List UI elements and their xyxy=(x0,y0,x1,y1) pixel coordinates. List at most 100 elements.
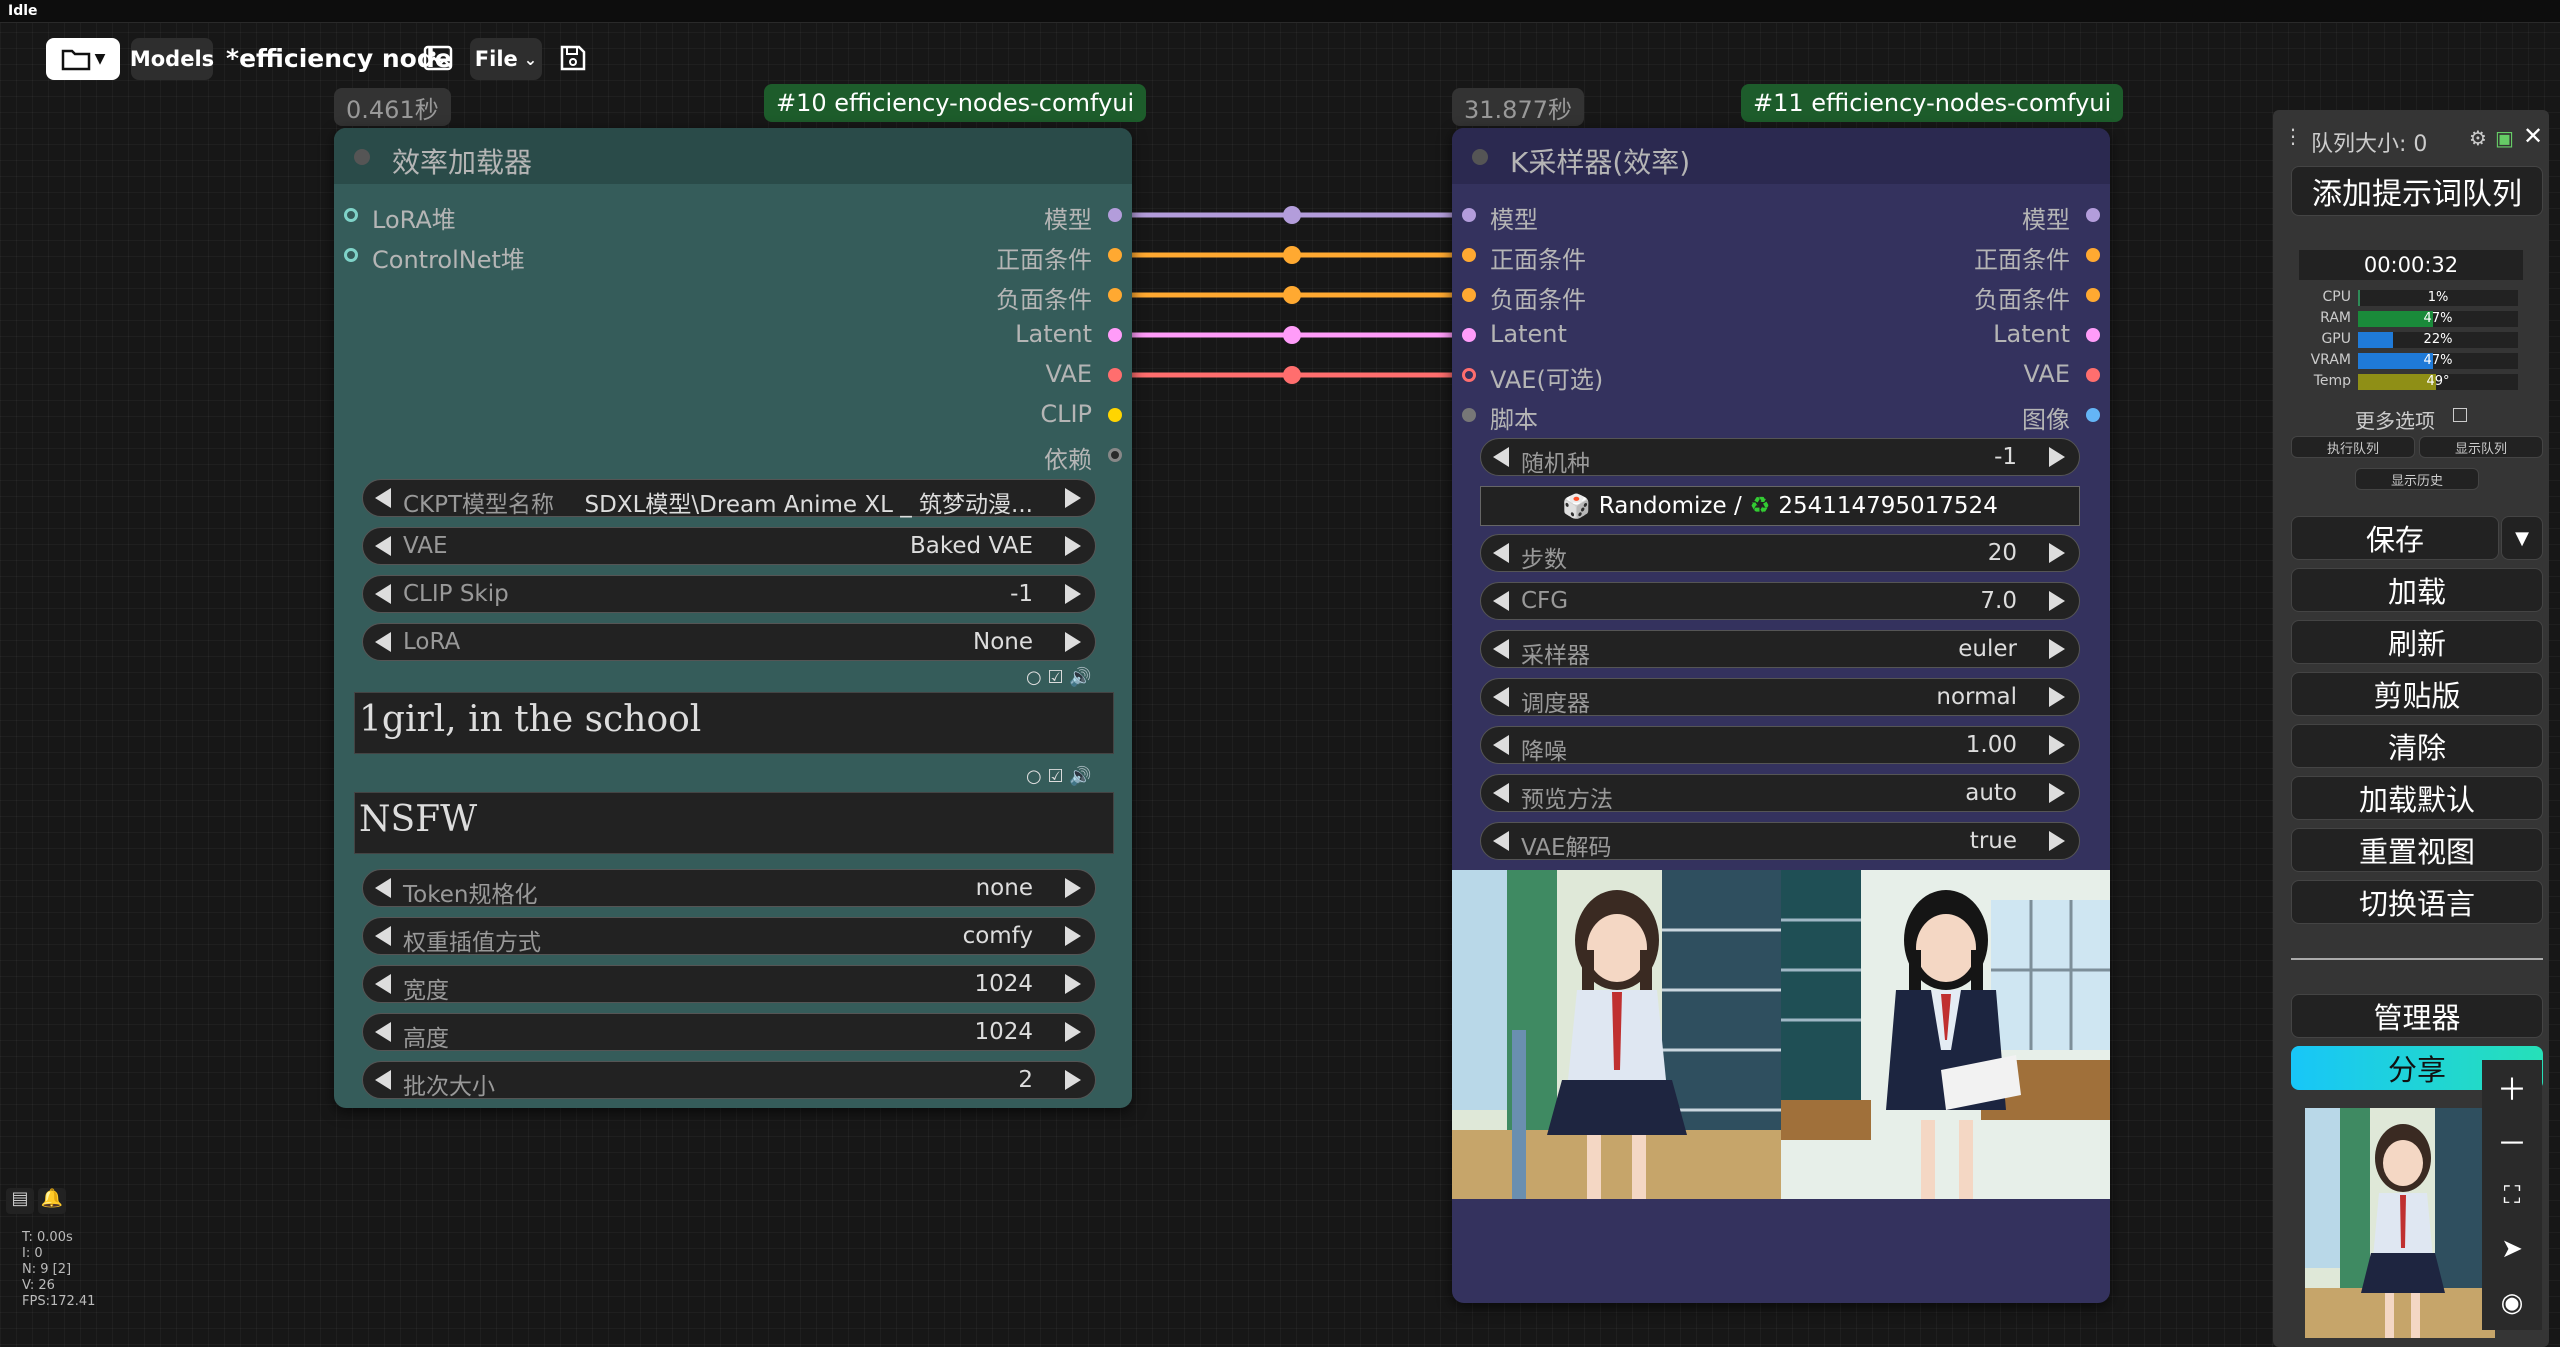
output-slot-dot[interactable] xyxy=(1108,328,1122,342)
save-dropdown-button[interactable]: ▼ xyxy=(2501,516,2543,560)
output-slot-dot[interactable] xyxy=(2086,208,2100,222)
load-button[interactable]: 加载 xyxy=(2291,568,2543,612)
increment-arrow-icon[interactable] xyxy=(1065,1022,1081,1042)
cfg-widget[interactable]: CFG 7.0 xyxy=(1480,582,2080,620)
reset-view-button[interactable]: 重置视图 xyxy=(2291,828,2543,872)
increment-arrow-icon[interactable] xyxy=(1065,584,1081,604)
switch-language-button[interactable]: 切换语言 xyxy=(2291,880,2543,924)
clipspace-button[interactable]: 剪贴版 xyxy=(2291,672,2543,716)
decrement-arrow-icon[interactable] xyxy=(375,1022,391,1042)
decrement-arrow-icon[interactable] xyxy=(1493,543,1509,563)
vae-decode-widget[interactable]: VAE解码 true xyxy=(1480,822,2080,861)
decrement-arrow-icon[interactable] xyxy=(375,1070,391,1090)
decrement-arrow-icon[interactable] xyxy=(375,878,391,898)
input-slot-dot[interactable] xyxy=(1462,288,1476,302)
zoom-in-icon[interactable]: ＋ xyxy=(2482,1060,2542,1114)
efficient-loader-node[interactable]: 效率加载器 LoRA堆 ControlNet堆 模型 正面条件 负面条件 Lat… xyxy=(334,128,1132,1108)
seed-widget[interactable]: 随机种 -1 xyxy=(1480,438,2080,477)
width-widget[interactable]: 宽度 1024 xyxy=(362,965,1096,1004)
increment-arrow-icon[interactable] xyxy=(2049,543,2065,563)
ckpt-name-widget[interactable]: CKPT模型名称 SDXL模型\Dream Anime XL _ 筑梦动漫... xyxy=(362,479,1096,518)
input-slot-dot[interactable] xyxy=(344,248,358,262)
preview-image-2[interactable] xyxy=(1781,870,2110,1199)
save-button[interactable]: 保存 xyxy=(2291,516,2499,560)
input-slot-dot[interactable] xyxy=(344,208,358,222)
drag-handle-icon[interactable]: ⋮ xyxy=(2283,124,2303,148)
input-slot-dot[interactable] xyxy=(1462,328,1476,342)
ksampler-node[interactable]: K采样器(效率) 模型 正面条件 负面条件 Latent VAE(可选) 脚本 … xyxy=(1452,128,2110,1303)
output-slot-dot[interactable] xyxy=(1108,448,1122,462)
show-history-button[interactable]: 显示历史 xyxy=(2355,468,2479,490)
increment-arrow-icon[interactable] xyxy=(2049,735,2065,755)
token-normalization-widget[interactable]: Token规格化 none xyxy=(362,869,1096,908)
sampler-name-widget[interactable]: 采样器 euler xyxy=(1480,630,2080,669)
queue-prompt-button[interactable]: 添加提示词队列 xyxy=(2291,166,2543,216)
output-slot-dot[interactable] xyxy=(1108,368,1122,382)
decrement-arrow-icon[interactable] xyxy=(1493,687,1509,707)
speaker-icon[interactable]: 🔊 xyxy=(1069,667,1091,688)
checkbox-icon[interactable]: ☑ xyxy=(1047,766,1063,787)
execute-queue-button[interactable]: 执行队列 xyxy=(2291,436,2415,458)
decrement-arrow-icon[interactable] xyxy=(1493,447,1509,467)
clear-button[interactable]: 清除 xyxy=(2291,724,2543,768)
node-title-bar[interactable]: 效率加载器 xyxy=(334,128,1132,184)
more-options-checkbox[interactable] xyxy=(2453,408,2467,422)
increment-arrow-icon[interactable] xyxy=(1065,1070,1081,1090)
image-icon[interactable] xyxy=(422,42,454,78)
input-slot-dot[interactable] xyxy=(1462,208,1476,222)
output-slot-dot[interactable] xyxy=(1108,408,1122,422)
image-gallery-icon[interactable]: ▣ xyxy=(2495,126,2514,150)
input-slot-dot[interactable] xyxy=(1462,408,1476,422)
manager-button[interactable]: 管理器 xyxy=(2291,994,2543,1038)
output-slot-dot[interactable] xyxy=(2086,328,2100,342)
collapse-dot[interactable] xyxy=(1472,149,1488,165)
decrement-arrow-icon[interactable] xyxy=(375,926,391,946)
collapse-dot[interactable] xyxy=(354,149,370,165)
fit-view-icon[interactable]: ⛶ xyxy=(2482,1168,2542,1222)
circle-icon[interactable]: ○ xyxy=(1026,766,1042,787)
zoom-out-icon[interactable]: － xyxy=(2482,1114,2542,1168)
increment-arrow-icon[interactable] xyxy=(1065,632,1081,652)
input-slot-dot[interactable] xyxy=(1462,368,1476,382)
checkbox-icon[interactable]: ☑ xyxy=(1047,667,1063,688)
denoise-widget[interactable]: 降噪 1.00 xyxy=(1480,726,2080,765)
navigate-icon[interactable]: ➤ xyxy=(2482,1222,2542,1276)
decrement-arrow-icon[interactable] xyxy=(375,974,391,994)
decrement-arrow-icon[interactable] xyxy=(375,632,391,652)
decrement-arrow-icon[interactable] xyxy=(1493,783,1509,803)
models-button[interactable]: Models xyxy=(130,38,214,80)
increment-arrow-icon[interactable] xyxy=(1065,926,1081,946)
save-icon[interactable] xyxy=(558,43,588,77)
workflow-name[interactable]: *efficiency node xyxy=(226,44,452,73)
randomize-button[interactable]: 🎲 Randomize / ♻ 254114795017524 xyxy=(1480,486,2080,526)
preview-method-widget[interactable]: 预览方法 auto xyxy=(1480,774,2080,813)
list-icon[interactable]: ▤ xyxy=(6,1188,34,1214)
output-slot-dot[interactable] xyxy=(1108,288,1122,302)
steps-widget[interactable]: 步数 20 xyxy=(1480,534,2080,573)
increment-arrow-icon[interactable] xyxy=(1065,536,1081,556)
decrement-arrow-icon[interactable] xyxy=(1493,591,1509,611)
circle-icon[interactable]: ○ xyxy=(1026,667,1042,688)
output-slot-dot[interactable] xyxy=(2086,288,2100,302)
increment-arrow-icon[interactable] xyxy=(1065,974,1081,994)
decrement-arrow-icon[interactable] xyxy=(1493,831,1509,851)
negative-prompt-input[interactable]: NSFW xyxy=(354,792,1114,854)
lora-widget[interactable]: LoRA None xyxy=(362,623,1096,661)
height-widget[interactable]: 高度 1024 xyxy=(362,1013,1096,1052)
increment-arrow-icon[interactable] xyxy=(2049,687,2065,707)
increment-arrow-icon[interactable] xyxy=(2049,831,2065,851)
show-queue-button[interactable]: 显示队列 xyxy=(2419,436,2543,458)
image-feed-thumbnail[interactable] xyxy=(2305,1108,2495,1338)
gear-icon[interactable]: ⚙ xyxy=(2469,126,2487,150)
output-slot-dot[interactable] xyxy=(2086,248,2100,262)
decrement-arrow-icon[interactable] xyxy=(1493,735,1509,755)
clip-skip-widget[interactable]: CLIP Skip -1 xyxy=(362,575,1096,613)
speaker-icon[interactable]: 🔊 xyxy=(1069,766,1091,787)
increment-arrow-icon[interactable] xyxy=(1065,488,1081,508)
close-icon[interactable]: ✕ xyxy=(2523,122,2543,150)
eye-icon[interactable]: ◉ xyxy=(2482,1276,2542,1330)
output-slot-dot[interactable] xyxy=(2086,368,2100,382)
increment-arrow-icon[interactable] xyxy=(2049,639,2065,659)
refresh-button[interactable]: 刷新 xyxy=(2291,620,2543,664)
workflow-menu-button[interactable]: ▼ xyxy=(46,38,120,80)
